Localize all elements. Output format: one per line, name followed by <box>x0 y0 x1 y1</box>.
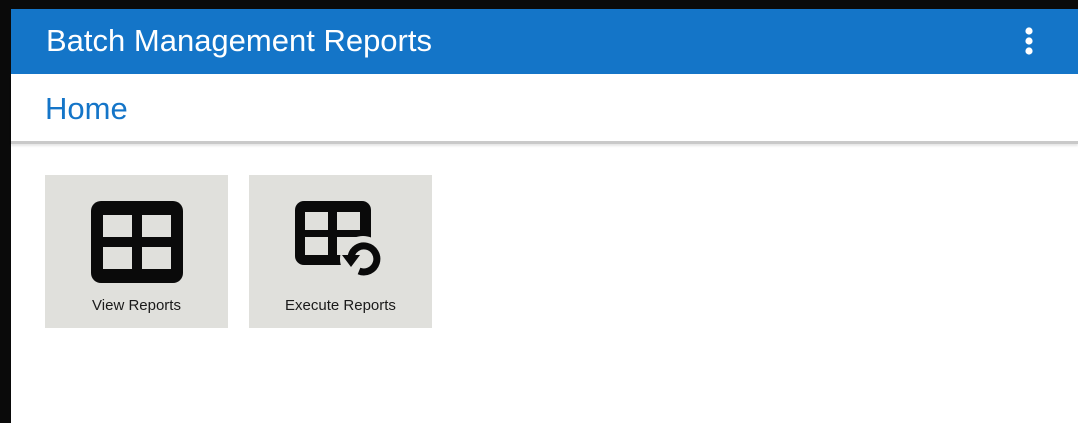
execute-reports-label: Execute Reports <box>285 297 396 314</box>
table-grid-icon <box>45 201 228 283</box>
app-window: Batch Management Reports Home View Repor… <box>0 0 1078 423</box>
table-refresh-icon <box>249 201 432 283</box>
app-header: Batch Management Reports <box>11 9 1078 74</box>
more-vertical-icon[interactable] <box>1018 23 1040 59</box>
view-reports-label: View Reports <box>92 297 181 314</box>
page-header: Home <box>11 74 1078 144</box>
app-title: Batch Management Reports <box>46 23 432 58</box>
view-reports-tile[interactable]: View Reports <box>45 175 228 328</box>
execute-reports-tile[interactable]: Execute Reports <box>249 175 432 328</box>
tile-container: View Reports Execute Reports <box>11 144 1078 423</box>
page-title: Home <box>45 91 128 126</box>
